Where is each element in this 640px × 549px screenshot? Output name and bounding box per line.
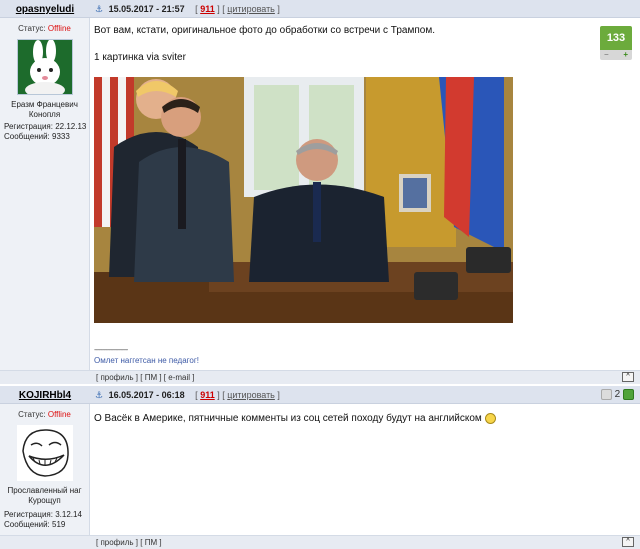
post-photo xyxy=(94,77,513,323)
rating-plus-button[interactable] xyxy=(623,389,634,400)
post-meta: ⚓ 16.05.2017 - 06:18 [ 911 ] [ цитироват… xyxy=(95,390,280,401)
scroll-top-button[interactable]: ^ xyxy=(622,372,634,382)
post-header: ⚓ 16.05.2017 - 06:18 [ 911 ] [ цитироват… xyxy=(90,386,640,404)
oval-office-photo xyxy=(94,77,513,323)
signature-text: Омлет наггетсан не педагог! xyxy=(94,356,199,365)
signature-separator: -------------------- xyxy=(94,345,128,354)
rank-line: Курощуп xyxy=(28,496,61,505)
pm-link[interactable]: ПМ xyxy=(145,373,157,382)
anchor-icon[interactable]: ⚓ xyxy=(95,390,103,400)
post-text-line: Вот вам, кстати, оригинальное фото до об… xyxy=(94,25,435,36)
post-date: 16.05.2017 - 06:18 xyxy=(108,390,185,400)
avatar[interactable] xyxy=(16,425,73,481)
sidebar-header: opasnyeludi xyxy=(0,0,90,18)
post-header: ⚓ 15.05.2017 - 21:57 [ 911 ] [ цитироват… xyxy=(90,0,640,18)
rating-widget: 133 − + xyxy=(600,26,632,62)
username-link[interactable]: KOJIRHbl4 xyxy=(0,390,90,401)
registration-date: Регистрация: 3.12.14 xyxy=(4,510,82,519)
user-sidebar: KOJIRHbl4 Статус: Offline Прославленный … xyxy=(0,386,90,549)
footer-links: [ профиль ] [ ПМ ] xyxy=(96,538,162,547)
registration-date: Регистрация: 22.12.13 xyxy=(4,122,87,131)
status-value: Offline xyxy=(47,24,71,33)
post-meta: ⚓ 15.05.2017 - 21:57 [ 911 ] [ цитироват… xyxy=(95,4,280,15)
scroll-top-button[interactable]: ^ xyxy=(622,537,634,547)
post-date: 15.05.2017 - 21:57 xyxy=(108,4,185,14)
post-number-link[interactable]: 911 xyxy=(200,4,215,14)
post-text-line: 1 картинка via sviter xyxy=(94,52,186,63)
trollface-avatar xyxy=(21,429,69,477)
user-status: Статус: Offline xyxy=(0,24,89,33)
white-rabbit-avatar xyxy=(17,39,72,98)
quote-link[interactable]: цитировать xyxy=(227,4,275,14)
post-number-link[interactable]: 911 xyxy=(200,390,215,400)
user-rank: Еразм Францевич Конопля xyxy=(0,100,89,120)
rating-minus-button[interactable]: − xyxy=(604,50,609,60)
username-link[interactable]: opasnyeludi xyxy=(0,4,90,15)
status-label: Статус: xyxy=(18,24,46,33)
footer-links: [ профиль ] [ ПМ ] [ e-mail ] xyxy=(96,373,195,382)
sidebar-footer xyxy=(0,370,90,384)
rating-plus-button[interactable]: + xyxy=(623,50,628,60)
status-label: Статус: xyxy=(18,410,46,419)
forum-post: KOJIRHbl4 Статус: Offline Прославленный … xyxy=(0,386,640,549)
post-footer: [ профиль ] [ ПМ ] ^ xyxy=(90,535,640,549)
forum-post: opasnyeludi Статус: Offline Еразм Франце… xyxy=(0,0,640,384)
user-sidebar: opasnyeludi Статус: Offline Еразм Франце… xyxy=(0,0,90,384)
user-registration: Регистрация: 3.12.14 Сообщений: 519 xyxy=(4,510,82,530)
rating-value: 133 xyxy=(600,26,632,50)
anchor-icon[interactable]: ⚓ xyxy=(95,4,103,14)
profile-link[interactable]: профиль xyxy=(100,373,133,382)
smile-emoji-icon xyxy=(484,413,496,424)
post-number-group: [ 911 ] [ цитировать ] xyxy=(195,4,280,14)
rating-minus-button[interactable] xyxy=(600,389,612,400)
signature: Омлет наггетсан не педагог! xyxy=(94,356,199,365)
pm-link[interactable]: ПМ xyxy=(145,538,157,547)
rating-controls: − + xyxy=(600,50,632,60)
user-registration: Регистрация: 22.12.13 Сообщений: 9333 xyxy=(4,122,86,142)
rank-line: Еразм Францевич xyxy=(11,100,78,109)
post-number-group: [ 911 ] [ цитировать ] xyxy=(195,390,280,400)
quote-link[interactable]: цитировать xyxy=(227,390,275,400)
user-status: Статус: Offline xyxy=(0,410,89,419)
post-text-content: О Васёк в Америке, пятничные комменты из… xyxy=(94,413,482,425)
user-rank: Прославленный наг Курощуп xyxy=(0,486,89,506)
message-count: Сообщений: 9333 xyxy=(4,132,70,141)
sidebar-header: KOJIRHbl4 xyxy=(0,386,90,404)
message-count: Сообщений: 519 xyxy=(4,520,66,529)
separator-line: -------------------- xyxy=(94,345,128,354)
email-link[interactable]: e-mail xyxy=(168,373,190,382)
profile-link[interactable]: профиль xyxy=(100,538,133,547)
rating-value: 2 xyxy=(614,389,621,401)
post-footer: [ профиль ] [ ПМ ] [ e-mail ] ^ xyxy=(90,370,640,384)
status-value: Offline xyxy=(47,410,71,419)
rank-line: Прославленный наг xyxy=(7,486,82,495)
sidebar-footer xyxy=(0,535,90,549)
avatar[interactable] xyxy=(16,39,73,98)
post-text: О Васёк в Америке, пятничные комменты из… xyxy=(94,413,496,424)
rating-widget: 2 xyxy=(600,389,634,401)
rank-line: Конопля xyxy=(28,110,61,119)
